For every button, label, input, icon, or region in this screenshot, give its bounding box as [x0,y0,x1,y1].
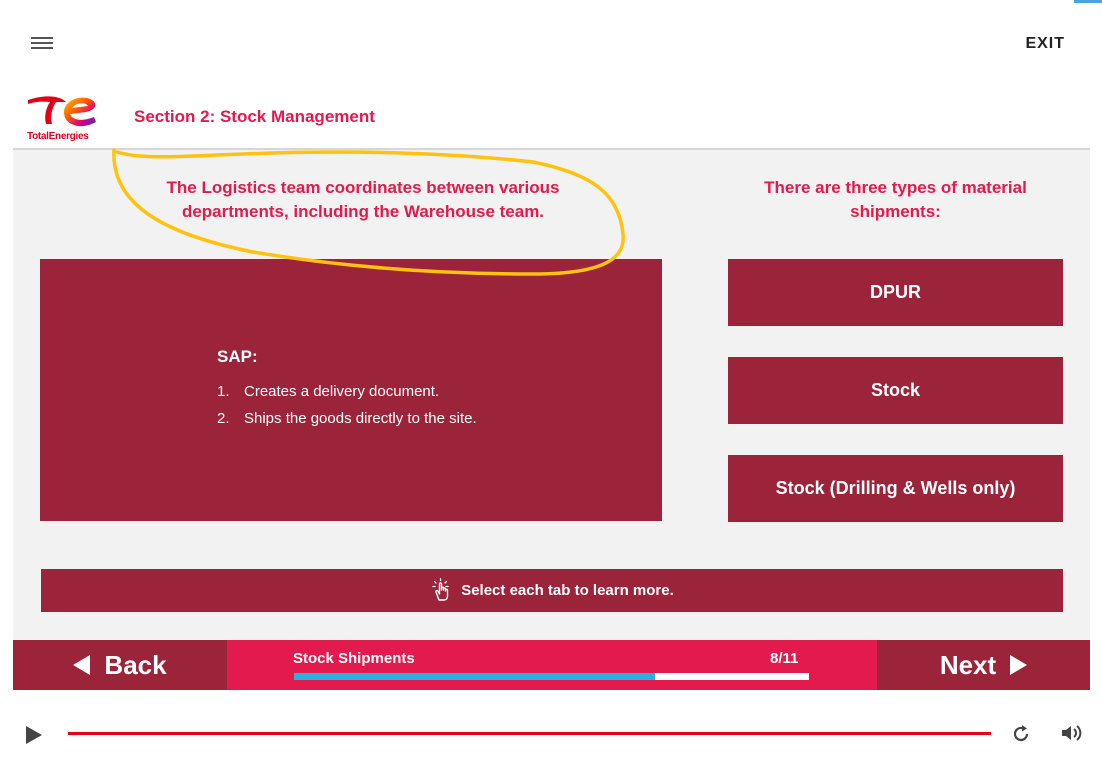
logo-mark-icon [28,96,96,127]
back-button[interactable]: Back [13,640,227,690]
tab-stock[interactable]: Stock [728,357,1063,424]
content-list: 1. Creates a delivery document. 2. Ships… [217,383,477,437]
list-number: 2. [217,410,230,427]
triangle-left-icon [73,655,91,675]
next-label: Next [939,649,997,680]
section-title: Section 2: Stock Management [134,107,375,126]
progress-title: Stock Shipments [293,650,415,667]
seek-bar[interactable] [68,732,991,735]
play-icon[interactable] [26,726,42,744]
triangle-right-icon [1010,655,1028,675]
content-panel: SAP: 1. Creates a delivery document. 2. … [40,259,662,521]
hamburger-icon[interactable] [31,37,53,51]
progress-bar [294,673,809,680]
progress-fill [294,673,655,680]
progress-count: 8/11 [770,650,799,667]
slide-header: TotalEnergies Section 2: Stock Managemen… [13,84,1090,150]
corner-accent [1074,0,1102,3]
tab-dpur[interactable]: DPUR [728,259,1063,326]
replay-icon[interactable] [1010,723,1032,745]
intro-text-left: The Logistics team coordinates between v… [166,178,560,221]
next-button[interactable]: Next [877,640,1090,690]
totalenergies-logo: TotalEnergies [26,90,106,146]
navigation-bar: Back Stock Shipments 8/11 Next [13,640,1090,690]
list-text: Creates a delivery document. [244,383,440,400]
course-player: EXIT TotalEnergies Section 2: Stock Mana… [0,0,1102,762]
tab-stock-drilling-wells[interactable]: Stock (Drilling & Wells only) [728,455,1063,522]
media-controls [0,705,1102,762]
list-number: 1. [217,383,230,400]
instruction-bar: Select each tab to learn more. [41,569,1063,612]
top-bar: EXIT [0,0,1102,84]
list-text: Ships the goods directly to the site. [244,410,477,427]
brand-name: TotalEnergies [27,131,89,142]
content-heading: SAP: [217,347,258,366]
back-label: Back [104,649,167,680]
list-item: 2. Ships the goods directly to the site. [217,410,477,437]
exit-button[interactable]: EXIT [1025,35,1065,53]
hand-pointer-icon [432,577,449,601]
volume-icon[interactable] [1060,723,1084,743]
instruction-text: Select each tab to learn more. [461,582,674,599]
list-item: 1. Creates a delivery document. [217,383,477,410]
intro-text-right: There are three types of material shipme… [764,178,1027,221]
slide-area: TotalEnergies Section 2: Stock Managemen… [13,84,1090,640]
